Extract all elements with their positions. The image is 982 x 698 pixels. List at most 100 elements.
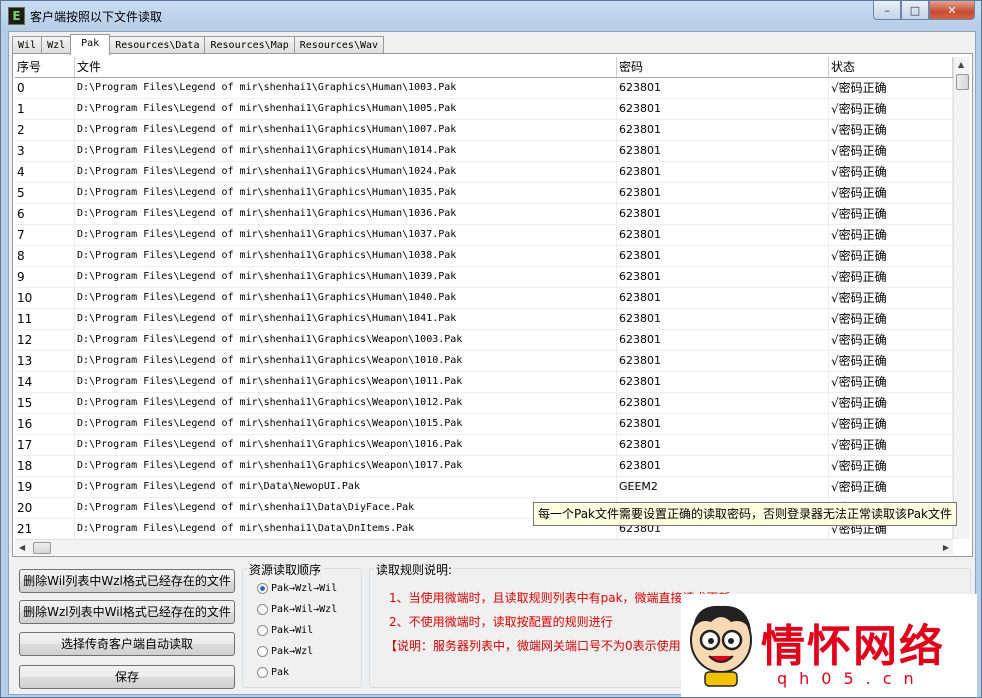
- read-order-option[interactable]: Pak→Wil: [257, 625, 313, 636]
- row-status: √密码正确: [829, 78, 953, 98]
- table-row[interactable]: 18 D:\Program Files\Legend of mir\shenhai…: [15, 456, 953, 477]
- row-status: √密码正确: [829, 204, 953, 224]
- table-row[interactable]: 6 D:\Program Files\Legend of mir\shenhai1…: [15, 204, 953, 225]
- delete-wil-duplicates-button[interactable]: 删除Wil列表中Wzl格式已经存在的文件: [19, 569, 235, 593]
- row-index: 19: [15, 477, 75, 497]
- row-password: 623801: [617, 393, 829, 413]
- table-row[interactable]: 7 D:\Program Files\Legend of mir\shenhai1…: [15, 225, 953, 246]
- row-index: 8: [15, 246, 75, 266]
- row-status: √密码正确: [829, 372, 953, 392]
- vertical-scrollbar[interactable]: ▲: [953, 57, 970, 539]
- row-password: 623801: [617, 204, 829, 224]
- mascot-icon: [690, 605, 752, 687]
- read-order-option[interactable]: Pak→Wzl: [257, 646, 313, 657]
- row-file-path: D:\Program Files\Legend of mir\shenhai1\…: [75, 162, 617, 182]
- row-index: 2: [15, 120, 75, 140]
- select-client-auto-read-button[interactable]: 选择传奇客户端自动读取: [19, 632, 235, 656]
- radio-button-icon[interactable]: [257, 646, 268, 657]
- table-row[interactable]: 16 D:\Program Files\Legend of mir\shenhai…: [15, 414, 953, 435]
- row-status: √密码正确: [829, 309, 953, 329]
- table-row[interactable]: 13 D:\Program Files\Legend of mir\shenhai…: [15, 351, 953, 372]
- table-row[interactable]: 11 D:\Program Files\Legend of mir\shenhai…: [15, 309, 953, 330]
- read-order-option[interactable]: Pak→Wzl→Wil: [257, 583, 337, 594]
- radio-button-icon[interactable]: [257, 667, 268, 678]
- table-row[interactable]: 2 D:\Program Files\Legend of mir\shenhai1…: [15, 120, 953, 141]
- row-status: √密码正确: [829, 393, 953, 413]
- minimize-button[interactable]: –: [873, 1, 901, 20]
- column-header-index[interactable]: 序号: [15, 57, 75, 77]
- row-index: 12: [15, 330, 75, 350]
- horizontal-scrollbar[interactable]: ◀ ▶: [15, 539, 953, 555]
- row-file-path: D:\Program Files\Legend of mir\shenhai1\…: [75, 330, 617, 350]
- tab-pak[interactable]: Pak: [70, 34, 111, 55]
- scroll-right-icon[interactable]: ▶: [943, 543, 949, 552]
- row-index: 18: [15, 456, 75, 476]
- tab-wil[interactable]: Wil: [12, 36, 43, 54]
- title-bar[interactable]: E 客户端按照以下文件读取 – □ ✕: [1, 1, 981, 29]
- read-order-option-label: Pak→Wzl: [271, 646, 314, 657]
- file-list-grid[interactable]: 序号 文件 密码 状态 0 D:\Program Files\Legend of …: [15, 57, 953, 539]
- row-password: GEEM2: [617, 477, 829, 497]
- tab-resources-wav[interactable]: Resources\Wav: [293, 36, 385, 54]
- radio-button-icon[interactable]: [257, 583, 268, 594]
- column-header-password[interactable]: 密码: [617, 57, 829, 77]
- table-row[interactable]: 4 D:\Program Files\Legend of mir\shenhai1…: [15, 162, 953, 183]
- table-row[interactable]: 9 D:\Program Files\Legend of mir\shenhai1…: [15, 267, 953, 288]
- row-file-path: D:\Program Files\Legend of mir\shenhai1\…: [75, 141, 617, 161]
- read-order-option[interactable]: Pak→Wil→Wzl: [257, 604, 337, 615]
- read-order-option[interactable]: Pak: [257, 667, 289, 678]
- scroll-left-icon[interactable]: ◀: [19, 543, 25, 552]
- table-row[interactable]: 3 D:\Program Files\Legend of mir\shenhai1…: [15, 141, 953, 162]
- row-status: √密码正确: [829, 456, 953, 476]
- tab-resources-data[interactable]: Resources\Data: [109, 36, 206, 54]
- table-row[interactable]: 12 D:\Program Files\Legend of mir\shenhai…: [15, 330, 953, 351]
- table-row[interactable]: 0 D:\Program Files\Legend of mir\shenhai1…: [15, 78, 953, 99]
- row-file-path: D:\Program Files\Legend of mir\shenhai1\…: [75, 78, 617, 98]
- row-file-path: D:\Program Files\Legend of mir\Data\Newo…: [75, 477, 617, 497]
- tab-resources-map[interactable]: Resources\Map: [204, 36, 295, 54]
- row-index: 7: [15, 225, 75, 245]
- row-file-path: D:\Program Files\Legend of mir\shenhai1\…: [75, 267, 617, 287]
- watermark-url: qh05.cn: [777, 669, 926, 688]
- table-row[interactable]: 1 D:\Program Files\Legend of mir\shenhai1…: [15, 99, 953, 120]
- row-index: 1: [15, 99, 75, 119]
- save-button[interactable]: 保存: [19, 665, 235, 689]
- table-row[interactable]: 5 D:\Program Files\Legend of mir\shenhai1…: [15, 183, 953, 204]
- grid-header: 序号 文件 密码 状态: [15, 57, 953, 78]
- radio-button-icon[interactable]: [257, 625, 268, 636]
- rule-line-1: 1、当使用微端时，且读取规则列表中有pak，微端直接请求更新: [389, 591, 731, 605]
- horizontal-scroll-thumb[interactable]: [33, 542, 51, 554]
- table-row[interactable]: 15 D:\Program Files\Legend of mir\shenhai…: [15, 393, 953, 414]
- row-index: 6: [15, 204, 75, 224]
- row-file-path: D:\Program Files\Legend of mir\shenhai1\…: [75, 435, 617, 455]
- column-header-file[interactable]: 文件: [75, 57, 617, 77]
- tab-wzl[interactable]: Wzl: [41, 36, 72, 54]
- delete-wzl-duplicates-button[interactable]: 删除Wzl列表中Wil格式已经存在的文件: [19, 600, 235, 624]
- close-button[interactable]: ✕: [929, 1, 975, 20]
- row-file-path: D:\Program Files\Legend of mir\shenhai1\…: [75, 120, 617, 140]
- scroll-up-icon[interactable]: ▲: [958, 60, 964, 69]
- row-password: 623801: [617, 414, 829, 434]
- table-row[interactable]: 8 D:\Program Files\Legend of mir\shenhai1…: [15, 246, 953, 267]
- table-row[interactable]: 14 D:\Program Files\Legend of mir\shenhai…: [15, 372, 953, 393]
- row-index: 16: [15, 414, 75, 434]
- row-status: √密码正确: [829, 414, 953, 434]
- row-status: √密码正确: [829, 351, 953, 371]
- row-index: 10: [15, 288, 75, 308]
- row-index: 3: [15, 141, 75, 161]
- row-password: 623801: [617, 120, 829, 140]
- row-file-path: D:\Program Files\Legend of mir\shenhai1\…: [75, 393, 617, 413]
- close-icon: ✕: [947, 3, 957, 17]
- table-row[interactable]: 17 D:\Program Files\Legend of mir\shenhai…: [15, 435, 953, 456]
- vertical-scroll-thumb[interactable]: [956, 74, 969, 90]
- column-header-status[interactable]: 状态: [829, 57, 953, 77]
- table-row[interactable]: 19 D:\Program Files\Legend of mir\Data\Ne…: [15, 477, 953, 498]
- row-index: 17: [15, 435, 75, 455]
- row-password: 623801: [617, 183, 829, 203]
- maximize-button[interactable]: □: [901, 1, 929, 20]
- row-file-path: D:\Program Files\Legend of mir\shenhai1\…: [75, 225, 617, 245]
- read-order-option-label: Pak→Wzl→Wil: [271, 583, 338, 594]
- read-order-option-label: Pak: [271, 667, 290, 678]
- radio-button-icon[interactable]: [257, 604, 268, 615]
- table-row[interactable]: 10 D:\Program Files\Legend of mir\shenhai…: [15, 288, 953, 309]
